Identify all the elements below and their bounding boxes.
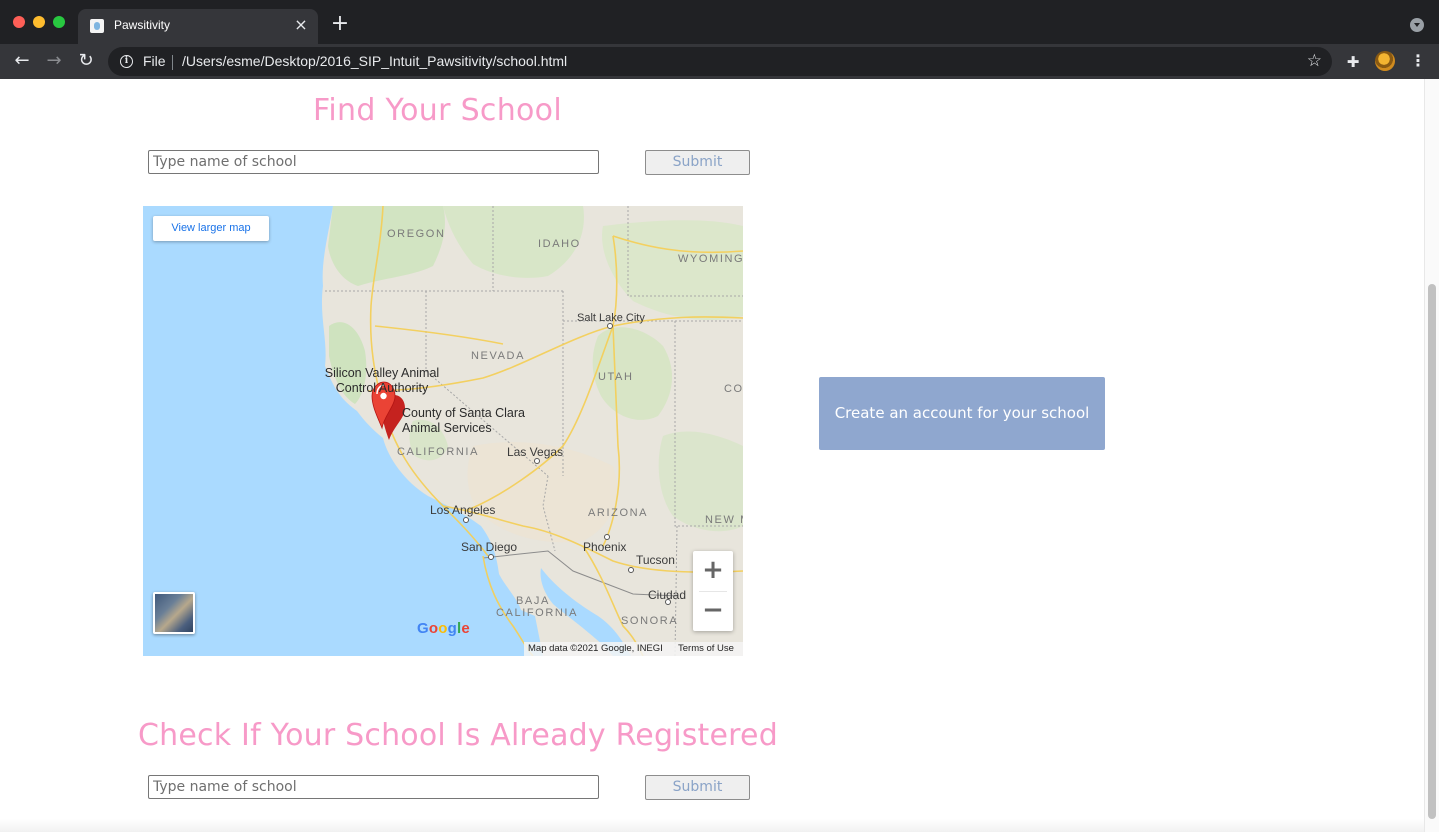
scrollbar-thumb[interactable] — [1428, 284, 1436, 819]
address-url[interactable]: /Users/esme/Desktop/2016_SIP_Intuit_Paws… — [182, 53, 567, 69]
forward-arrow-icon[interactable]: → — [43, 50, 65, 72]
map-label-california: CALIFORNIA — [397, 446, 480, 458]
map-data-credit[interactable]: Map data ©2021 Google, INEGI — [528, 642, 663, 656]
close-window-button[interactable] — [13, 16, 25, 28]
map-label-idaho: IDAHO — [538, 238, 581, 250]
map-label-las-vegas: Las Vegas — [507, 445, 564, 459]
google-map[interactable]: OREGON IDAHO WYOMING NEVADA UTAH CO CALI… — [143, 206, 743, 656]
map-label-sonora: SONORA — [621, 615, 679, 627]
tab-title: Pawsitivity — [114, 18, 171, 32]
page-scrollbar[interactable] — [1424, 79, 1439, 832]
page-viewport: Find Your School Submit — [0, 79, 1439, 832]
satellite-toggle-button[interactable] — [153, 592, 195, 634]
map-label-nevada: NEVADA — [471, 350, 526, 362]
map-label-baja: BAJA — [516, 595, 550, 607]
map-label-oregon: OREGON — [387, 228, 446, 240]
favicon-icon — [90, 19, 104, 33]
back-arrow-icon[interactable]: ← — [11, 50, 33, 72]
new-tab-button[interactable]: + — [329, 13, 351, 35]
map-label-los-angeles: Los Angeles — [430, 503, 496, 517]
map-label-phoenix: Phoenix — [583, 540, 627, 554]
browser-toolbar: ← → ↻ i File /Users/esme/Desktop/2016_SI… — [0, 44, 1439, 79]
check-submit-button[interactable]: Submit — [645, 775, 750, 800]
reload-icon[interactable]: ↻ — [75, 50, 97, 72]
marker-label-silicon-valley[interactable]: Silicon Valley Animal Control Authority — [319, 366, 445, 396]
address-scheme: File — [143, 53, 166, 69]
map-label-new-mexico: NEW M — [705, 514, 743, 526]
map-zoom-controls: + − — [693, 551, 733, 631]
check-registered-heading: Check If Your School Is Already Register… — [138, 718, 778, 753]
google-logo: Google — [417, 620, 470, 637]
browser-tab[interactable]: Pawsitivity × — [78, 9, 318, 44]
map-label-co: CO — [724, 383, 743, 395]
map-label-salt-lake-city: Salt Lake City — [577, 312, 645, 324]
map-attribution: Map data ©2021 Google, INEGI Terms of Us… — [524, 642, 743, 656]
map-label-baja-california: CALIFORNIA — [496, 607, 579, 619]
tab-search-icon[interactable] — [1410, 18, 1424, 32]
browser-titlebar: Pawsitivity × + — [0, 0, 1439, 44]
maximize-window-button[interactable] — [53, 16, 65, 28]
map-label-san-diego: San Diego — [461, 540, 518, 554]
profile-avatar[interactable] — [1375, 51, 1395, 71]
extensions-puzzle-icon[interactable]: ✚ — [1344, 53, 1362, 71]
check-school-input[interactable] — [148, 775, 599, 799]
more-menu-icon[interactable]: ⋮ — [1410, 50, 1426, 72]
find-school-heading: Find Your School — [313, 93, 562, 128]
map-label-ciudad: Ciudad — [648, 588, 687, 602]
zoom-out-button[interactable]: − — [693, 591, 733, 631]
zoom-in-button[interactable]: + — [693, 551, 733, 591]
tab-close-icon[interactable]: × — [292, 16, 310, 34]
find-school-input[interactable] — [148, 150, 599, 174]
view-larger-map-link[interactable]: View larger map — [153, 216, 269, 241]
marker-label-santa-clara[interactable]: County of Santa Clara Animal Services — [402, 406, 540, 436]
map-label-utah: UTAH — [598, 371, 634, 383]
page-bottom-shade — [0, 819, 1424, 832]
map-label-wyoming: WYOMING — [678, 253, 743, 265]
find-submit-button[interactable]: Submit — [645, 150, 750, 175]
bookmark-star-icon[interactable]: ☆ — [1307, 52, 1322, 70]
address-bar[interactable]: i File /Users/esme/Desktop/2016_SIP_Intu… — [108, 47, 1332, 76]
address-divider — [172, 55, 173, 70]
map-label-tucson: Tucson — [636, 553, 675, 567]
info-icon[interactable]: i — [120, 55, 133, 68]
terms-of-use-link[interactable]: Terms of Use — [678, 642, 734, 656]
map-label-arizona: ARIZONA — [588, 507, 649, 519]
create-account-button[interactable]: Create an account for your school — [819, 377, 1105, 450]
minimize-window-button[interactable] — [33, 16, 45, 28]
